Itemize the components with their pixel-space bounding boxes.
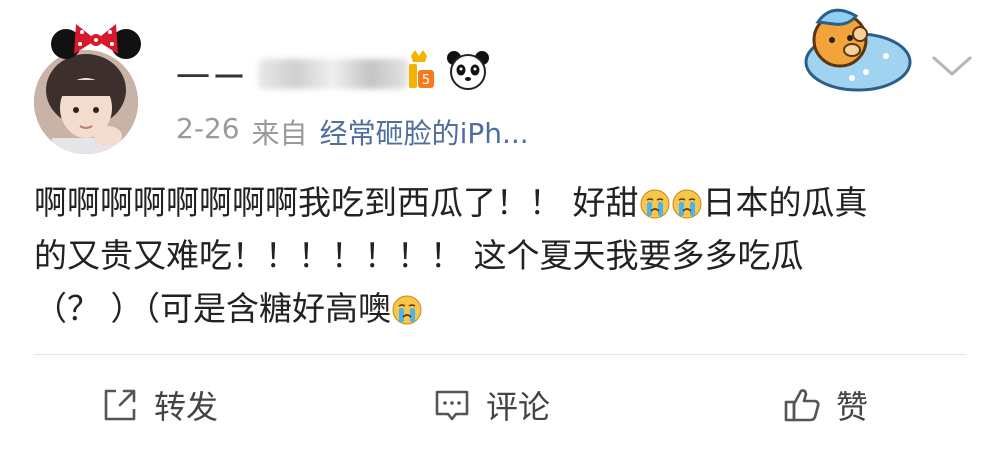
post-line-3: （？ ）（可是含糖好高噢 — [34, 282, 984, 335]
repost-label: 转发 — [154, 388, 219, 426]
action-bar: 转发 评论 赞 — [0, 372, 1000, 442]
repost-button[interactable]: 转发 — [100, 372, 218, 438]
divider — [34, 354, 966, 355]
username-text: 一ー — [176, 57, 248, 98]
source-device-link[interactable]: 经常砸脸的iPh... — [320, 112, 529, 152]
share-icon — [104, 389, 136, 421]
post-meta: 2-26 来自 经常砸脸的iPh... — [176, 112, 529, 152]
comment-icon — [435, 390, 469, 421]
minnie-ears-icon — [51, 24, 141, 59]
post-line-2: 的又贵又难吃！！！！！！！ 这个夏天我要多多吃瓜 — [34, 236, 804, 275]
source-prefix: 来自 — [251, 117, 308, 150]
level-number: 5 — [422, 73, 430, 88]
level-badge-icon[interactable]: 5 — [405, 48, 435, 92]
post-line-1: 啊啊啊啊啊啊啊啊我吃到西瓜了！！ 好甜 日本的瓜真 — [34, 183, 868, 222]
chevron-down-icon[interactable] — [930, 52, 974, 82]
bear-sticker-icon[interactable] — [796, 0, 916, 95]
crying-face-emoji-icon — [672, 189, 701, 219]
avatar-container[interactable] — [30, 18, 150, 154]
comment-button[interactable]: 评论 — [432, 372, 550, 438]
panda-icon[interactable] — [446, 48, 490, 92]
timestamp: 2-26 — [176, 112, 240, 145]
like-button[interactable]: 赞 — [782, 372, 868, 438]
like-label: 赞 — [836, 388, 869, 426]
comment-label: 评论 — [486, 388, 551, 426]
username-blurred — [258, 59, 408, 89]
crying-face-emoji-icon — [640, 189, 669, 219]
post-content: 啊啊啊啊啊啊啊啊我吃到西瓜了！！ 好甜 日本的瓜真 的又贵又难吃！！！！！！！ 这… — [34, 176, 984, 335]
thumbs-up-icon — [784, 389, 820, 422]
username[interactable]: 一ー — [176, 54, 408, 98]
crying-face-emoji-icon — [392, 295, 422, 325]
